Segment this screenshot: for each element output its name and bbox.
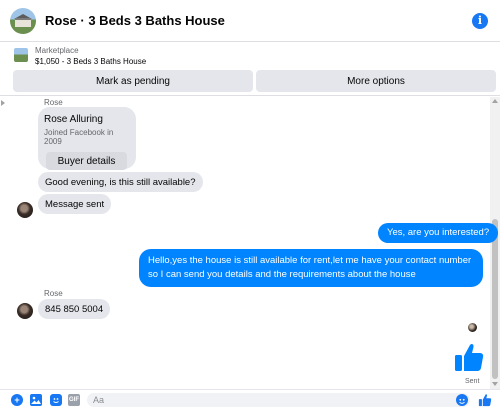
sender-name: Rose — [44, 98, 63, 107]
message-input[interactable] — [87, 393, 470, 407]
buyer-name: Rose Alluring — [44, 114, 103, 125]
gif-icon[interactable]: GIF — [68, 394, 80, 406]
sender-name: Rose — [44, 289, 63, 298]
listing-actions: Mark as pending More options — [13, 70, 496, 92]
emoji-face-icon — [459, 398, 465, 404]
more-options-button[interactable]: More options — [256, 70, 496, 92]
outgoing-message[interactable]: Hello,yes the house is still available f… — [139, 249, 483, 287]
listing-mini-thumbnail[interactable] — [14, 48, 28, 62]
plus-icon[interactable]: + — [11, 394, 23, 406]
emoji-icon[interactable] — [456, 394, 468, 406]
chat-title[interactable]: Rose · 3 Beds 3 Baths House — [45, 13, 225, 28]
incoming-message[interactable]: 845 850 5004 — [38, 299, 111, 319]
listing-thumbnail[interactable] — [10, 7, 36, 34]
buyer-joined-date: Joined Facebook in 2009 — [44, 128, 114, 146]
outgoing-message[interactable]: Yes, are you interested? — [378, 223, 499, 243]
message-composer: + GIF — [0, 389, 500, 409]
buyer-profile-card: Rose Alluring Joined Facebook in 2009 Bu… — [38, 107, 136, 170]
buyer-details-button[interactable]: Buyer details — [46, 152, 127, 170]
photo-glyph-icon — [31, 396, 41, 404]
scroll-left-arrow-icon[interactable] — [1, 100, 5, 106]
marketplace-banner: Marketplace $1,050 - 3 Beds 3 Baths Hous… — [0, 42, 500, 96]
marketplace-label: Marketplace — [35, 46, 79, 55]
sticker-icon[interactable] — [50, 394, 62, 406]
chat-header: Rose · 3 Beds 3 Baths House i — [0, 0, 500, 42]
scrollbar-thumb[interactable] — [492, 219, 498, 379]
sticker-glyph-icon — [53, 398, 59, 403]
house-body — [15, 17, 31, 27]
incoming-message[interactable]: Message sent — [38, 194, 112, 214]
thread-scrollbar[interactable] — [490, 97, 500, 389]
sender-avatar[interactable] — [17, 303, 33, 319]
sender-avatar[interactable] — [17, 202, 33, 218]
incoming-message[interactable]: Good evening, is this still available? — [38, 172, 203, 192]
mark-as-pending-button[interactable]: Mark as pending — [13, 70, 253, 92]
photo-icon[interactable] — [30, 394, 42, 406]
thumbs-up-icon[interactable] — [453, 341, 485, 373]
scroll-down-arrow-icon[interactable] — [492, 382, 498, 386]
seen-avatar-indicator — [468, 323, 477, 332]
listing-price-title[interactable]: $1,050 - 3 Beds 3 Baths House — [35, 57, 146, 66]
thumbs-up-send-icon[interactable] — [478, 393, 492, 407]
scroll-up-arrow-icon[interactable] — [492, 99, 498, 103]
sent-status: Sent — [465, 378, 480, 385]
info-icon[interactable]: i — [472, 13, 488, 29]
